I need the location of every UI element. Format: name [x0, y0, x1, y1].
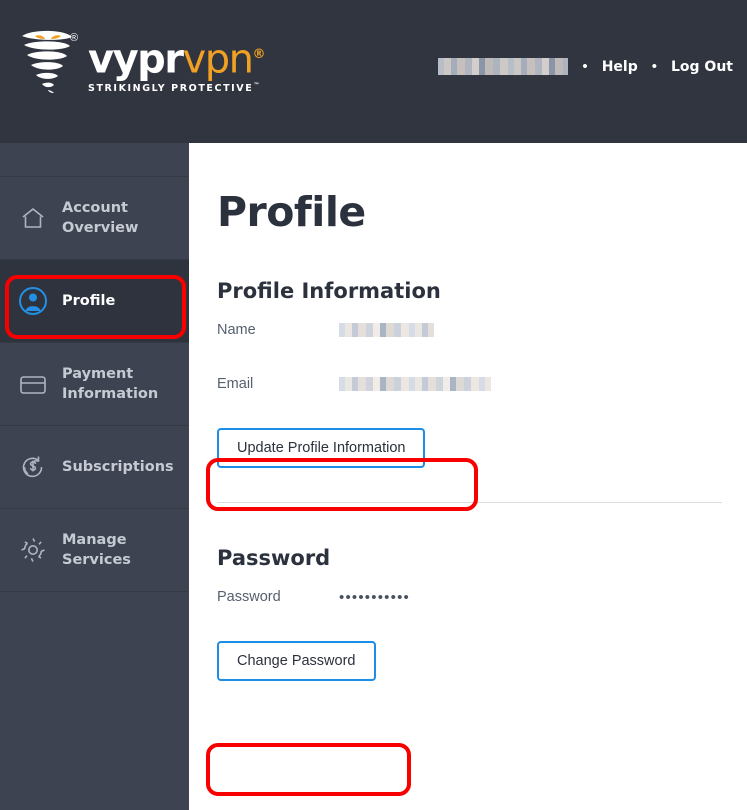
profile-field-name: Name — [189, 303, 747, 357]
logo-word-primary: vypr — [88, 36, 184, 83]
sidebar-top-spacer — [0, 143, 189, 177]
password-label: Password — [217, 589, 281, 605]
credit-card-icon — [16, 374, 50, 395]
name-value-redacted — [339, 323, 434, 337]
sidebar-nav: Account Overview Profile Payment Informa… — [0, 143, 189, 810]
profile-field-email: Email — [189, 357, 747, 411]
logo-tagline-text: STRIKINGLY PROTECTIVE — [88, 83, 254, 95]
app-header: ® vyprvpn® STRIKINGLY PROTECTIVE™ • Help… — [0, 0, 747, 143]
profile-information-heading: Profile Information — [217, 279, 441, 303]
page-title: Profile — [217, 188, 366, 236]
sidebar-item-label: Payment Information — [62, 366, 159, 402]
main-content: Profile Profile Information Name Email U… — [189, 143, 747, 810]
user-circle-icon — [16, 286, 50, 316]
logo-word-secondary: vpn — [182, 36, 254, 83]
vyprvpn-logo[interactable]: ® vyprvpn® STRIKINGLY PROTECTIVE™ — [18, 28, 265, 94]
logo-registered-mark-top: ® — [70, 32, 79, 44]
logo-tagline-mark: ™ — [253, 82, 261, 90]
tornado-logo-icon: ® — [18, 28, 80, 94]
refresh-dollar-icon — [16, 454, 50, 480]
change-password-button-wrapper: Change Password — [189, 624, 747, 681]
header-separator-2: • — [651, 58, 657, 75]
name-label: Name — [217, 322, 256, 338]
password-heading: Password — [217, 546, 331, 570]
email-value-redacted — [339, 377, 491, 391]
sidebar-item-profile[interactable]: Profile — [0, 260, 189, 343]
header-account-nav: • Help • Log Out — [438, 58, 733, 75]
account-username-redacted — [438, 58, 569, 75]
password-field-row: Password ••••••••••• — [189, 570, 747, 624]
gear-icon — [16, 536, 50, 564]
email-label: Email — [217, 376, 254, 392]
home-icon — [16, 206, 50, 230]
sidebar-item-label: Subscriptions — [62, 459, 174, 475]
update-profile-information-button[interactable]: Update Profile Information — [217, 428, 426, 468]
update-profile-button-wrapper: Update Profile Information — [189, 411, 747, 468]
sidebar-item-label: Account Overview — [62, 200, 139, 236]
logo-registered-mark: ® — [252, 47, 265, 62]
sidebar-item-account-overview[interactable]: Account Overview — [0, 177, 189, 260]
help-link[interactable]: Help — [602, 59, 638, 75]
log-out-link[interactable]: Log Out — [671, 59, 733, 75]
sidebar-item-payment-information[interactable]: Payment Information — [0, 343, 189, 426]
header-separator-1: • — [582, 58, 588, 75]
sidebar-item-manage-services[interactable]: Manage Services — [0, 509, 189, 592]
sidebar-item-subscriptions[interactable]: Subscriptions — [0, 426, 189, 509]
password-masked-value: ••••••••••• — [339, 588, 410, 606]
sidebar-item-label: Manage Services — [62, 532, 131, 568]
logo-tagline: STRIKINGLY PROTECTIVE™ — [88, 82, 264, 94]
change-password-button[interactable]: Change Password — [217, 641, 376, 681]
sidebar-item-label: Profile — [62, 293, 116, 309]
